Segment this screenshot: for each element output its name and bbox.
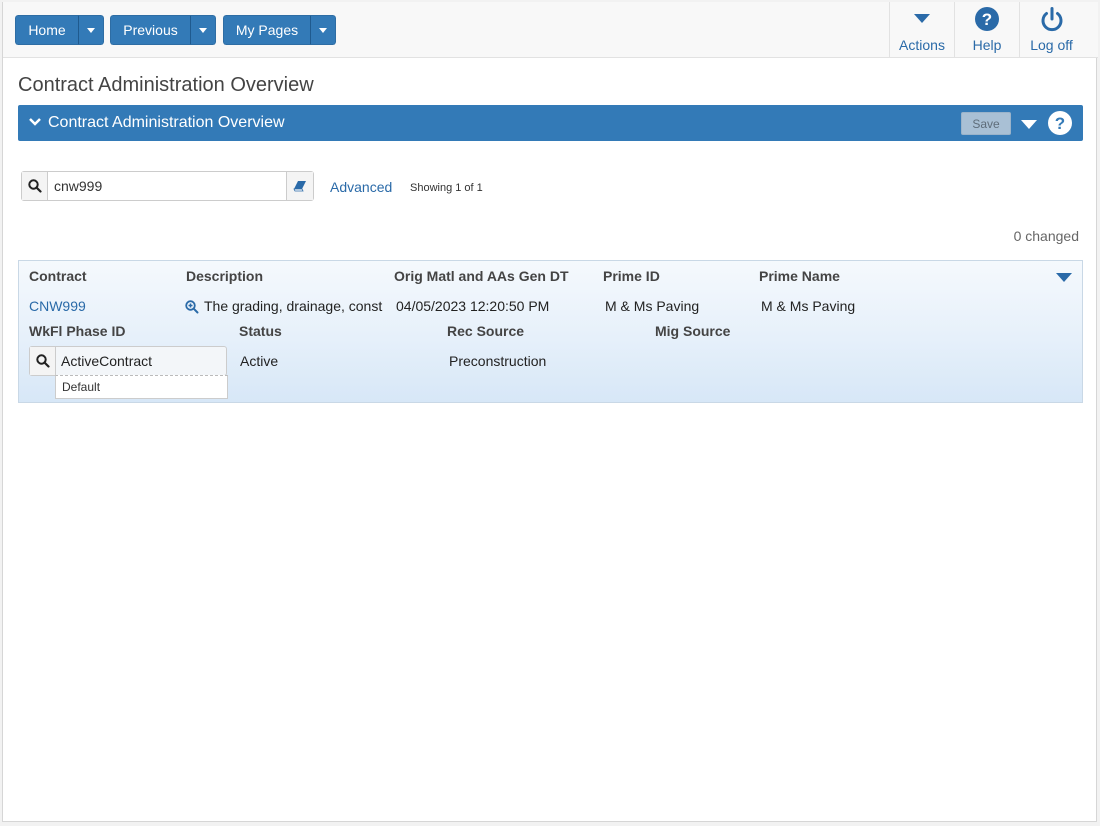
help-icon[interactable]: ? xyxy=(1047,110,1073,136)
search-icon[interactable] xyxy=(22,172,48,200)
previous-dropdown-button[interactable] xyxy=(191,15,216,45)
chevron-down-icon[interactable] xyxy=(28,116,42,128)
svg-text:?: ? xyxy=(982,10,992,29)
wkfl-phase-lookup[interactable]: ActiveContract xyxy=(29,346,227,376)
advanced-search-link[interactable]: Advanced xyxy=(330,179,392,195)
svg-text:?: ? xyxy=(1055,114,1065,133)
save-button[interactable]: Save xyxy=(961,112,1011,135)
caret-down-icon xyxy=(199,27,207,33)
header-orig-matl: Orig Matl and AAs Gen DT xyxy=(394,268,569,284)
panel-menu-caret-icon[interactable] xyxy=(1021,120,1037,129)
help-menu[interactable]: ? Help xyxy=(954,2,1019,58)
actions-label: Actions xyxy=(899,37,945,53)
home-split-button: Home xyxy=(15,15,104,45)
header-mig-source: Mig Source xyxy=(655,323,731,339)
results-grid: Contract Description Orig Matl and AAs G… xyxy=(18,260,1083,403)
home-dropdown-button[interactable] xyxy=(79,15,104,45)
top-nav: Home Previous My Pages Actions ? Help Lo… xyxy=(3,2,1098,58)
caret-down-icon xyxy=(319,27,327,33)
description-value: The grading, drainage, const xyxy=(204,298,383,314)
caret-down-icon xyxy=(914,14,930,23)
search-input[interactable] xyxy=(48,172,286,200)
prime-name-value: M & Ms Paving xyxy=(761,298,856,314)
log-off-label: Log off xyxy=(1030,37,1073,53)
search-box xyxy=(21,171,314,201)
header-contract: Contract xyxy=(29,268,87,284)
my-pages-dropdown-button[interactable] xyxy=(311,15,336,45)
eraser-icon[interactable] xyxy=(286,172,313,200)
header-description: Description xyxy=(186,268,264,284)
caret-down-icon xyxy=(87,27,95,33)
header-prime-name: Prime Name xyxy=(759,268,840,284)
wkfl-phase-option[interactable]: Default xyxy=(55,375,228,399)
showing-count: Showing 1 of 1 xyxy=(410,182,483,194)
page-title: Contract Administration Overview xyxy=(18,74,314,96)
home-button[interactable]: Home xyxy=(15,15,79,45)
changed-count: 0 changed xyxy=(1013,228,1079,244)
app-frame: Home Previous My Pages Actions ? Help Lo… xyxy=(2,2,1098,822)
status-value: Active xyxy=(240,353,279,369)
previous-button[interactable]: Previous xyxy=(110,15,191,45)
zoom-in-icon[interactable] xyxy=(185,300,199,314)
search-icon[interactable] xyxy=(30,347,56,375)
header-status: Status xyxy=(239,323,282,339)
contract-link[interactable]: CNW999 xyxy=(29,298,86,314)
header-wkfl-phase: WkFl Phase ID xyxy=(29,323,126,339)
rec-source-value: Preconstruction xyxy=(449,353,547,369)
actions-menu[interactable]: Actions xyxy=(889,2,954,58)
orig-matl-value: 04/05/2023 12:20:50 PM xyxy=(396,298,550,314)
power-icon xyxy=(1041,7,1063,32)
my-pages-button[interactable]: My Pages xyxy=(223,15,311,45)
previous-split-button: Previous xyxy=(110,15,216,45)
prime-id-value: M & Ms Paving xyxy=(605,298,700,314)
help-label: Help xyxy=(972,37,1002,53)
header-prime-id: Prime ID xyxy=(603,268,660,284)
grid-options-caret-icon[interactable] xyxy=(1056,273,1072,282)
panel-title: Contract Administration Overview xyxy=(48,114,285,131)
wkfl-phase-value: ActiveContract xyxy=(61,353,153,369)
header-rec-source: Rec Source xyxy=(447,323,525,339)
panel-header: Contract Administration Overview Save ? xyxy=(18,105,1083,141)
question-circle-icon: ? xyxy=(975,7,999,31)
log-off-menu[interactable]: Log off xyxy=(1019,2,1083,58)
my-pages-split-button: My Pages xyxy=(223,15,336,45)
